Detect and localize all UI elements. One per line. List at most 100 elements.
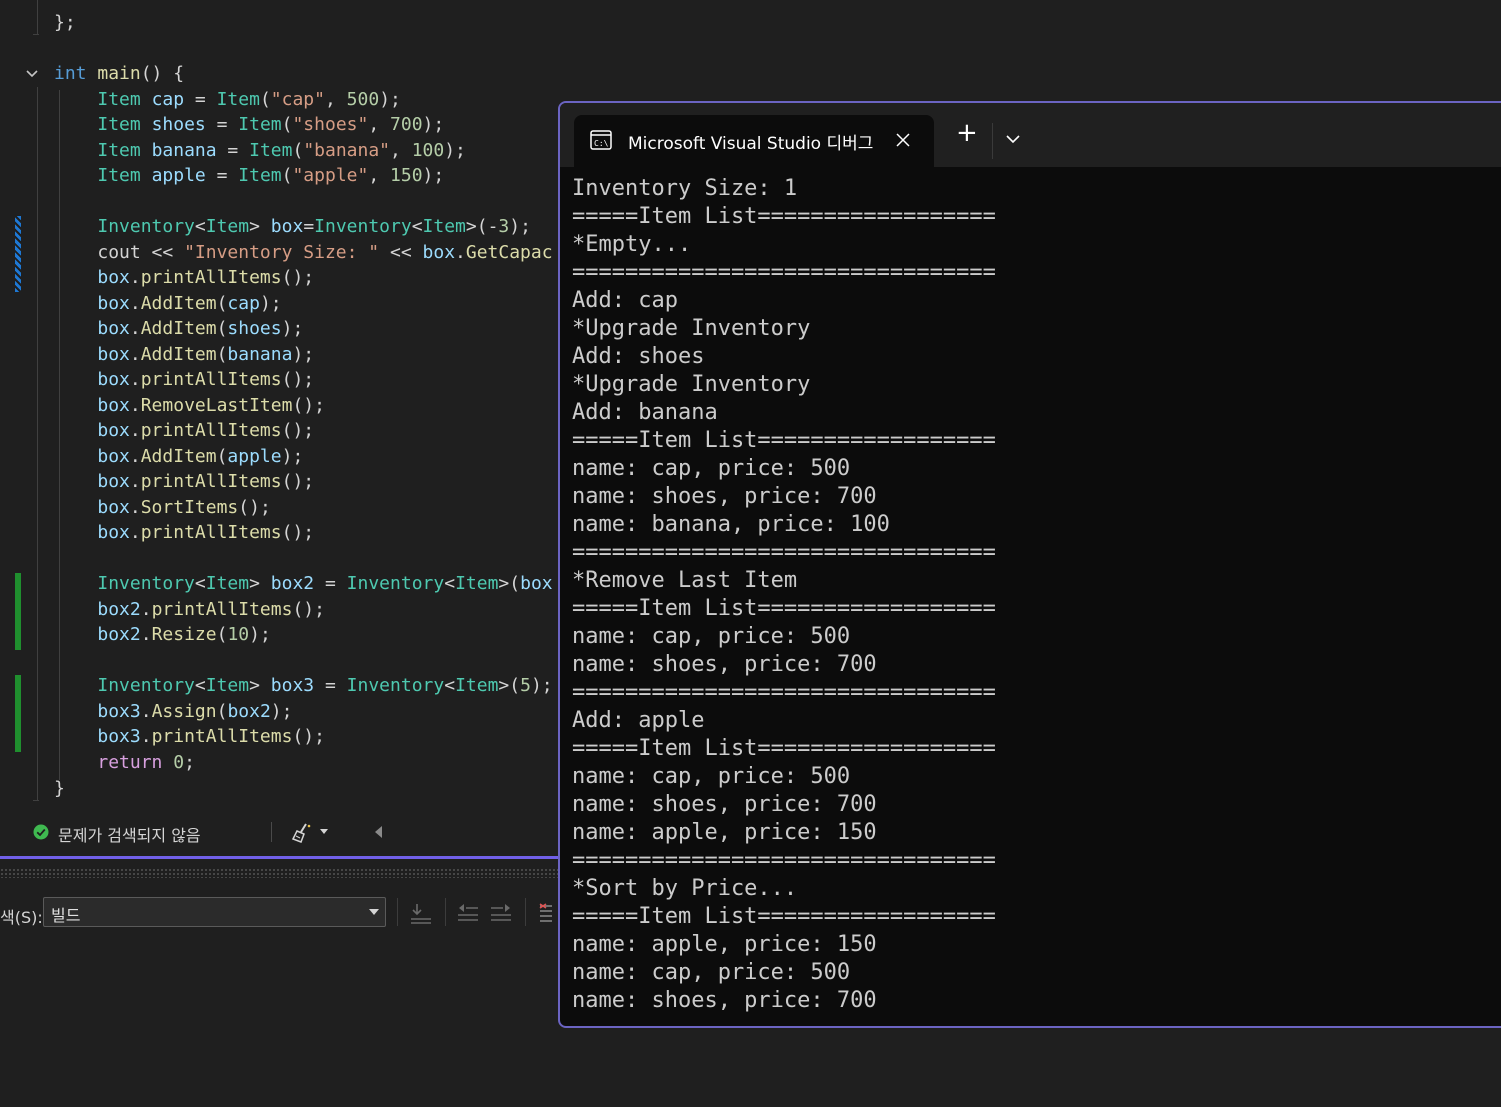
- code-line[interactable]: box3.Assign(box2);: [54, 699, 292, 724]
- check-circle-icon[interactable]: [33, 824, 49, 840]
- code-token: ();: [238, 497, 271, 518]
- code-token: box: [97, 522, 130, 543]
- terminal-tab[interactable]: C:\ Microsoft Visual Studio 디버그: [574, 115, 934, 167]
- code-token: box: [97, 497, 130, 518]
- terminal-output: Inventory Size: 1 =====Item List=========…: [572, 175, 1501, 1015]
- code-token: =: [184, 89, 217, 110]
- code-line[interactable]: box2.Resize(10);: [54, 622, 271, 647]
- toolbar-separator: [397, 898, 398, 926]
- code-token: >: [249, 573, 271, 594]
- code-token: (: [281, 114, 293, 135]
- code-line[interactable]: int main() {: [54, 61, 184, 86]
- new-tab-button[interactable]: +: [956, 119, 978, 147]
- next-message-icon[interactable]: [488, 900, 514, 926]
- code-token: (: [292, 140, 304, 161]
- code-token: (: [216, 293, 228, 314]
- output-source-select[interactable]: 빌드: [43, 897, 386, 927]
- scroll-left-icon[interactable]: [373, 825, 383, 839]
- code-token: (: [259, 89, 271, 110]
- code-line[interactable]: box.AddItem(apple);: [54, 444, 303, 469]
- code-token: Item: [455, 675, 499, 696]
- code-token: Item: [205, 216, 250, 237]
- code-token: 150: [390, 165, 423, 186]
- code-token: Resize: [151, 624, 217, 645]
- code-token: printAllItems: [151, 726, 293, 747]
- collapse-chevron-icon[interactable]: [24, 66, 40, 82]
- code-line[interactable]: };: [54, 10, 76, 35]
- code-token: printAllItems: [140, 420, 282, 441]
- code-token: .: [129, 318, 141, 339]
- code-line[interactable]: Item apple = Item("apple", 150);: [54, 163, 444, 188]
- code-token: Item: [205, 573, 250, 594]
- code-token: printAllItems: [140, 369, 282, 390]
- code-token: <: [194, 573, 206, 594]
- code-token: );: [259, 293, 282, 314]
- code-line[interactable]: box.printAllItems();: [54, 469, 314, 494]
- code-line[interactable]: return 0;: [54, 750, 195, 775]
- panel-accent-line: [0, 856, 560, 859]
- code-line[interactable]: box.printAllItems();: [54, 418, 314, 443]
- code-line[interactable]: cout << "Inventory Size: " << box.GetCap…: [54, 240, 553, 265]
- code-line[interactable]: box.AddItem(shoes);: [54, 316, 303, 341]
- code-line[interactable]: box.RemoveLastItem();: [54, 393, 325, 418]
- code-line[interactable]: box3.printAllItems();: [54, 724, 325, 749]
- code-token: .: [129, 471, 141, 492]
- code-line[interactable]: Inventory<Item> box2 = Inventory<Item>(b…: [54, 571, 552, 596]
- panel-splitter-grip[interactable]: [0, 868, 560, 878]
- code-token: Inventory: [97, 675, 195, 696]
- chevron-down-icon[interactable]: [319, 828, 329, 836]
- terminal-output-line: name: shoes, price: 700: [572, 484, 877, 509]
- indent-guide: [33, 34, 39, 35]
- code-token: );: [422, 165, 445, 186]
- close-tab-icon[interactable]: [896, 133, 910, 147]
- code-token: Item: [97, 140, 141, 161]
- go-to-line-icon[interactable]: [408, 900, 434, 926]
- code-token: (: [281, 165, 293, 186]
- terminal-output-line: ================================: [572, 260, 996, 285]
- debug-console-window[interactable]: C:\ Microsoft Visual Studio 디버그 + Invent…: [558, 101, 1501, 1028]
- terminal-output-line: =====Item List==================: [572, 736, 996, 761]
- change-marker-modified: [15, 216, 21, 292]
- editor-status-bar: 문제가 검색되지 않음: [0, 818, 560, 848]
- code-token: box: [97, 293, 130, 314]
- code-token: 5: [520, 675, 531, 696]
- code-token: GetCapac: [465, 242, 553, 263]
- code-token: Item: [455, 573, 499, 594]
- terminal-output-line: *Empty...: [572, 232, 692, 257]
- code-token: Assign: [151, 701, 217, 722]
- tab-dropdown-icon[interactable]: [1006, 135, 1020, 144]
- previous-message-icon[interactable]: [455, 900, 481, 926]
- code-line[interactable]: box.printAllItems();: [54, 265, 314, 290]
- code-line[interactable]: }: [54, 776, 65, 801]
- code-line[interactable]: box.printAllItems();: [54, 367, 314, 392]
- code-token: return: [97, 752, 163, 773]
- code-token: ();: [281, 522, 315, 543]
- code-line[interactable]: box.AddItem(banana);: [54, 342, 314, 367]
- code-line[interactable]: box2.printAllItems();: [54, 597, 325, 622]
- code-line[interactable]: Item banana = Item("banana", 100);: [54, 138, 466, 163]
- code-line[interactable]: Item shoes = Item("shoes", 700);: [54, 112, 444, 137]
- terminal-output-line: *Remove Last Item: [572, 568, 798, 593]
- issues-status-text[interactable]: 문제가 검색되지 않음: [58, 822, 201, 846]
- code-token: >(: [498, 573, 521, 594]
- code-token: );: [509, 216, 531, 237]
- code-token: );: [249, 624, 271, 645]
- code-token: .: [140, 701, 152, 722]
- code-line[interactable]: Item cap = Item("cap", 500);: [54, 87, 401, 112]
- code-line[interactable]: Inventory<Item> box=Inventory<Item>(-3);: [54, 214, 531, 239]
- code-line[interactable]: box.printAllItems();: [54, 520, 314, 545]
- code-token: ();: [281, 471, 315, 492]
- code-line[interactable]: box.AddItem(cap);: [54, 291, 282, 316]
- code-token: .: [140, 599, 152, 620]
- code-line[interactable]: box.SortItems();: [54, 495, 271, 520]
- code-line[interactable]: Inventory<Item> box3 = Inventory<Item>(5…: [54, 673, 552, 698]
- broom-icon[interactable]: [291, 822, 315, 844]
- code-token: <: [444, 573, 456, 594]
- terminal-output-line: Add: banana: [572, 400, 718, 425]
